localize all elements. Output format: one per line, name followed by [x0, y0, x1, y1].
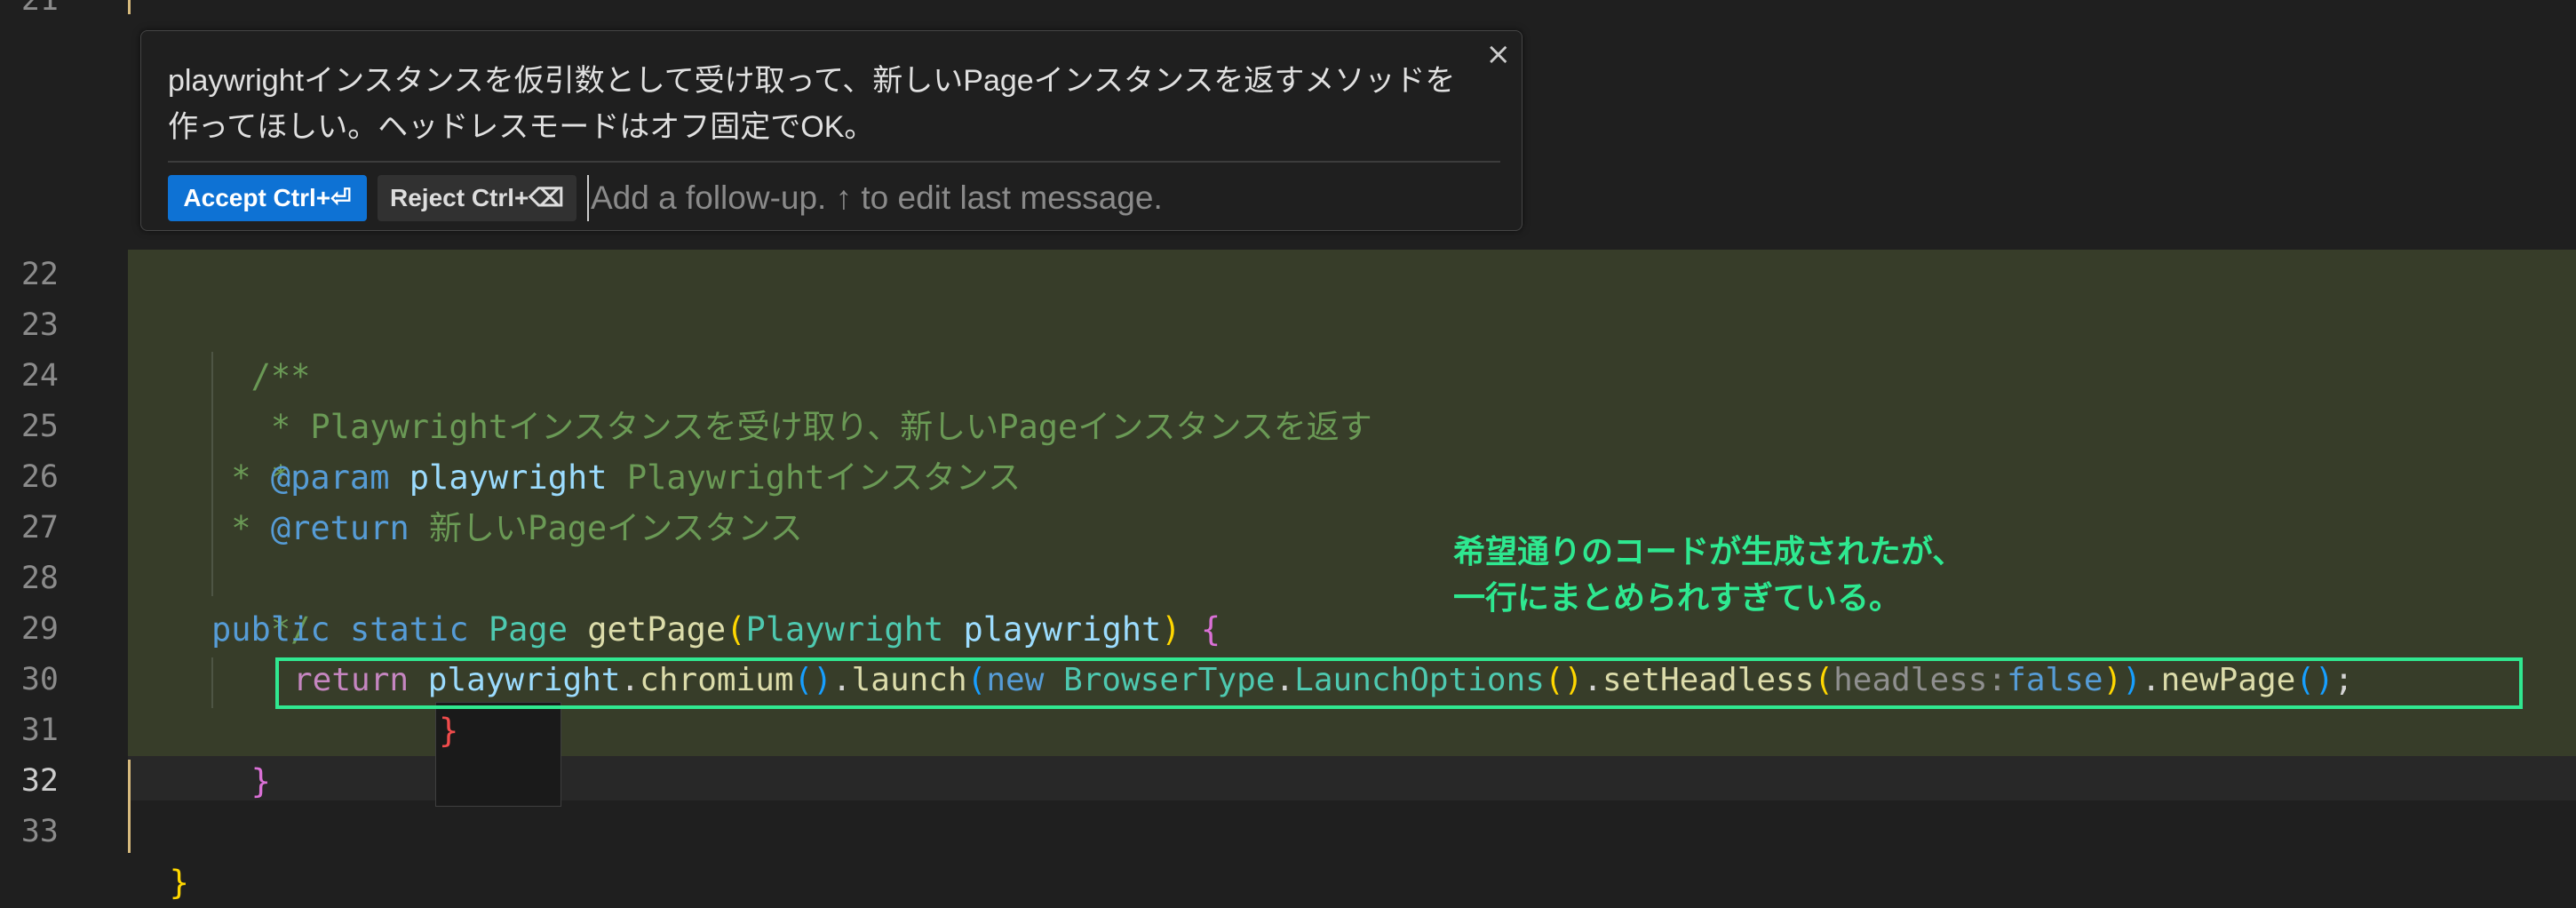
close-icon[interactable]: ×: [1486, 36, 1512, 72]
line-number: 24: [20, 358, 59, 394]
chat-message: playwrightインスタンスを仮引数として受け取って、新しいPageインスタ…: [168, 64, 1456, 144]
return-tag: @return: [270, 509, 409, 547]
doc-comment-summary: * Playwrightインスタンスを受け取り、新しいPageインスタンスを返す: [250, 408, 1372, 446]
line-number: 21: [20, 0, 59, 18]
line-number-active: 32: [20, 763, 59, 799]
param-desc: Playwrightインスタンス: [626, 458, 1022, 497]
code-line-28[interactable]: */: [211, 554, 311, 649]
annotation-text: 希望通りのコードが生成されたが、 一行にまとめられすぎている。: [1453, 530, 1964, 622]
doc-star: *: [211, 458, 271, 497]
line-number: 22: [20, 257, 59, 292]
return-type: Page: [488, 610, 568, 649]
bracket-guide-top: [128, 0, 131, 14]
line-number: 31: [20, 713, 59, 748]
annotation-highlight-box: [275, 657, 2523, 709]
chat-divider: [168, 161, 1500, 163]
line-number: 23: [20, 307, 59, 343]
line-number: 30: [20, 662, 59, 697]
annotation-line-1: 希望通りのコードが生成されたが、: [1453, 534, 1965, 570]
reject-button[interactable]: Reject Ctrl+⌫: [378, 175, 576, 221]
line-number: 33: [20, 814, 59, 849]
method-name: getPage: [587, 610, 727, 649]
line-number: 27: [20, 510, 59, 546]
inline-chat-widget: playwrightインスタンスを仮引数として受け取って、新しいPageインスタ…: [140, 30, 1523, 231]
followup-input[interactable]: Add a follow-up. ↑ to edit last message.: [587, 175, 1497, 221]
code-line-23[interactable]: /**: [211, 300, 311, 395]
class-closing-brace: }: [169, 864, 189, 902]
code-line-25[interactable]: *: [211, 402, 290, 497]
annotation-line-2: 一行にまとめられすぎている。: [1453, 580, 1902, 617]
code-line-33[interactable]: }: [130, 807, 189, 902]
param-name: playwright: [409, 458, 608, 497]
code-line-27[interactable]: * @return 新しいPageインスタンス: [211, 503, 803, 554]
doc-star: *: [211, 509, 271, 547]
return-desc: 新しいPageインスタンス: [429, 509, 803, 547]
code-line-21[interactable]: }: [211, 0, 271, 70]
param-tag: @param: [270, 458, 390, 497]
line-number: 25: [20, 409, 59, 444]
code-line-24[interactable]: * Playwrightインスタンスを受け取り、新しいPageインスタンスを返す: [211, 351, 1372, 446]
method-indent-guide: [211, 657, 213, 708]
keyword-static: static: [349, 610, 469, 649]
accept-button[interactable]: Accept Ctrl+⏎: [168, 175, 367, 221]
param-type: Playwright: [745, 610, 944, 649]
method-closing-brace: }: [250, 762, 271, 800]
line-number: 29: [20, 611, 59, 647]
code-line-29[interactable]: public static Page getPage(Playwright pl…: [211, 604, 1220, 655]
code-line-31[interactable]: }: [211, 705, 271, 800]
line-number: 26: [20, 459, 59, 495]
param-variable: playwright: [963, 610, 1162, 649]
ghost-brace: }: [439, 712, 459, 750]
line-number: 28: [20, 561, 59, 596]
keyword-public: public: [211, 610, 330, 649]
code-line-26[interactable]: * @param playwright Playwrightインスタンス: [211, 452, 1021, 503]
